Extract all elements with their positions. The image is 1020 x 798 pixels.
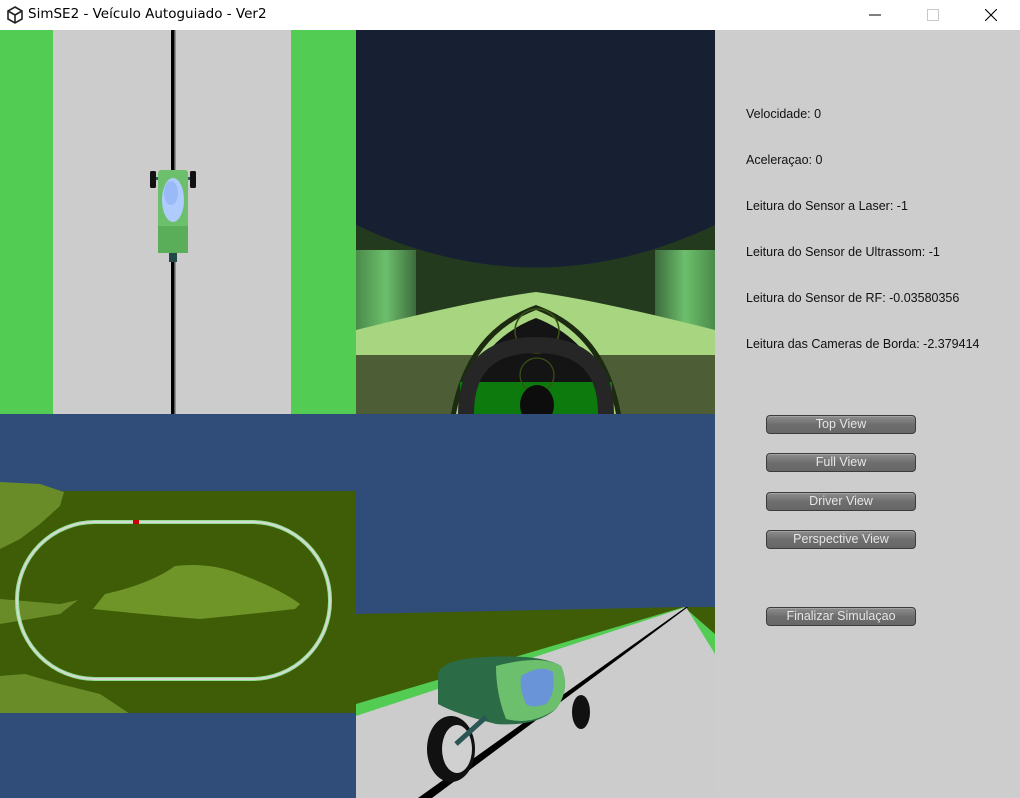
control-panel: Velocidade: 0 Aceleraçao: 0 Leitura do S… [715, 30, 1020, 798]
window-title: SimSE2 - Veículo Autoguiado - Ver2 [28, 6, 267, 22]
full-view-viewport [0, 414, 356, 798]
velocity-readout: Velocidade: 0 [746, 107, 822, 121]
front-wheel [169, 253, 177, 262]
car-marker [133, 520, 139, 524]
finish-simulation-button[interactable]: Finalizar Simulaçao [766, 607, 916, 626]
front-wheel [572, 695, 590, 729]
car-top [150, 170, 196, 262]
driver-view-scene [356, 225, 715, 414]
close-icon [985, 9, 997, 21]
perspective-view-button[interactable]: Perspective View [766, 530, 916, 549]
unity-logo-icon [7, 6, 23, 24]
close-button[interactable] [962, 0, 1020, 30]
grass-left [0, 30, 53, 414]
full-view-scene [0, 482, 356, 798]
acceleration-readout: Aceleraçao: 0 [746, 153, 823, 167]
rf-sensor-readout: Leitura do Sensor de RF: -0.03580356 [746, 291, 960, 305]
edge-cameras-readout: Leitura das Cameras de Borda: -2.379414 [746, 337, 980, 351]
ultrasound-sensor-readout: Leitura do Sensor de Ultrassom: -1 [746, 245, 940, 259]
top-view-scene [0, 30, 356, 414]
grass-right [291, 30, 356, 414]
driver-view-viewport [356, 30, 715, 414]
minimize-icon [869, 14, 881, 16]
rear-wheel-right [190, 171, 196, 188]
full-view-button[interactable]: Full View [766, 453, 916, 472]
top-view-button[interactable]: Top View [766, 415, 916, 434]
rear-wheel-left [150, 171, 156, 188]
maximize-icon [927, 9, 939, 21]
perspective-view-scene [356, 607, 715, 798]
minimize-button[interactable] [846, 0, 904, 30]
title-bar: SimSE2 - Veículo Autoguiado - Ver2 [0, 0, 1020, 30]
perspective-view-viewport [356, 414, 715, 798]
driver-view-button[interactable]: Driver View [766, 492, 916, 511]
maximize-button[interactable] [904, 0, 962, 30]
top-view-viewport [0, 30, 356, 414]
laser-sensor-readout: Leitura do Sensor a Laser: -1 [746, 199, 908, 213]
